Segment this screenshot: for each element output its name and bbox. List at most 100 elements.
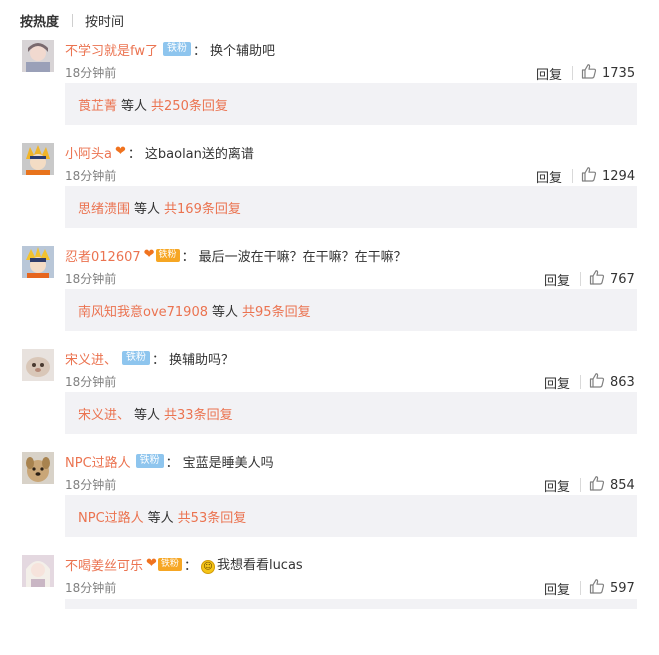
thumbs-up-icon (589, 578, 610, 598)
reply-total-link[interactable]: 共169条回复 (164, 198, 241, 217)
comment-text: 宝蓝是睡美人吗 (182, 455, 274, 471)
sort-by-hot-tab[interactable]: 按热度 (20, 11, 59, 30)
comment-item: 忍者012607 ❤ 铁粉：最后一波在干嘛？在干嘛？在干嘛？ 18分钟前 回复 767 南风… (0, 246, 659, 346)
comment-text-wrap: ☺ 我想看看lucas (200, 554, 303, 574)
comment-username[interactable]: 不喝姜丝可乐 (65, 555, 143, 574)
comment-text: 我想看看lucas (216, 558, 303, 573)
comment-username[interactable]: 小阿头a (65, 143, 112, 162)
reply-username[interactable]: 莨芷菁 (78, 95, 117, 114)
action-divider (580, 272, 582, 286)
heart-icon: ❤ (143, 247, 155, 262)
user-avatar[interactable] (22, 452, 54, 484)
comment-time: 18分钟前 (65, 375, 117, 389)
thumbs-up-icon (581, 63, 602, 83)
thumbs-up-icon (589, 372, 610, 392)
super-fan-badge: ❤ 铁粉 (144, 248, 180, 262)
reply-total-link[interactable]: 共53条回复 (178, 507, 247, 526)
comment-item: 宋义进、 铁粉：换辅助吗？ 18分钟前 回复 863 宋义进、 等人 共33条回复 (0, 349, 659, 449)
comment-time: 18分钟前 (65, 169, 117, 183)
reply-summary[interactable]: NPC过路人 等人 共53条回复 (65, 495, 637, 537)
comment-username[interactable]: NPC过路人 (65, 452, 131, 471)
like-count: 767 (610, 271, 635, 287)
reply-summary[interactable]: 宋义进、 等人 共33条回复 (65, 392, 637, 434)
super-fan-badge: ❤ 铁粉 (146, 557, 182, 571)
comment-header: 不喝姜丝可乐 ❤ 铁粉： ☺ 我想看看lucas (65, 554, 303, 574)
like-button[interactable]: 1735 (581, 63, 635, 83)
username-colon: ： (152, 352, 166, 368)
like-button[interactable]: 863 (589, 372, 635, 392)
super-fan-tag: 铁粉 (155, 248, 180, 262)
comment-text: 换个辅助吧 (210, 43, 276, 59)
like-count: 1294 (602, 168, 636, 184)
user-avatar[interactable] (22, 143, 54, 175)
comment-actions: 回复 854 (544, 475, 635, 495)
comment-text: 最后一波在干嘛？在干嘛？在干嘛？ (198, 249, 407, 265)
reply-others-text: 等人 (212, 304, 239, 320)
fan-badge: 铁粉 (135, 454, 164, 468)
comment-actions: 回复 767 (544, 269, 635, 289)
comment-text-wrap: 换个辅助吧 (210, 40, 275, 59)
grin-emoji-icon: ☺ (200, 560, 215, 574)
comment-actions: 回复 863 (544, 372, 635, 392)
reply-summary[interactable]: 莨芷菁 等人 共250条回复 (65, 83, 637, 125)
comment-item: NPC过路人 铁粉：宝蓝是睡美人吗 18分钟前 回复 854 NPC过路人 等人 共53条回复 (0, 452, 659, 552)
comment-text-wrap: 这baolan送的离谱 (145, 143, 254, 162)
user-avatar[interactable] (22, 40, 54, 72)
reply-others-text: 等人 (134, 407, 161, 423)
like-button[interactable]: 767 (589, 269, 635, 289)
reply-summary[interactable]: 思绪溃围 等人 共169条回复 (65, 186, 637, 228)
comment-time: 18分钟前 (65, 272, 117, 286)
comment-header: 小阿头a ❤：这baolan送的离谱 (65, 143, 254, 162)
like-count: 597 (610, 580, 635, 596)
action-divider (580, 375, 582, 389)
super-fan-tag: 铁粉 (157, 557, 182, 571)
comment-actions: 回复 1735 (536, 63, 635, 83)
action-divider (580, 581, 582, 595)
reply-total-link[interactable]: 共95条回复 (242, 301, 311, 320)
like-count: 863 (610, 374, 635, 390)
action-divider (580, 478, 582, 492)
reply-button[interactable]: 回复 (536, 64, 562, 83)
username-colon: ： (127, 146, 141, 162)
comment-text-wrap: 宝蓝是睡美人吗 (183, 452, 274, 471)
thumbs-up-icon (589, 269, 610, 289)
comment-time: 18分钟前 (65, 66, 117, 80)
user-avatar[interactable] (22, 349, 54, 381)
reply-button[interactable]: 回复 (544, 373, 570, 392)
like-count: 854 (610, 477, 635, 493)
comment-username[interactable]: 忍者012607 (65, 246, 141, 265)
reply-button[interactable]: 回复 (544, 579, 570, 598)
action-divider (572, 66, 574, 80)
reply-others-text: 等人 (134, 201, 161, 217)
comment-header: 忍者012607 ❤ 铁粉：最后一波在干嘛？在干嘛？在干嘛？ (65, 246, 407, 265)
reply-others-text: 等人 (147, 510, 174, 526)
like-count: 1735 (602, 65, 636, 81)
like-button[interactable]: 854 (589, 475, 635, 495)
reply-button[interactable]: 回复 (536, 167, 562, 186)
sort-bar: 按热度 按时间 (20, 10, 124, 30)
reply-button[interactable]: 回复 (544, 270, 570, 289)
comment-time: 18分钟前 (65, 581, 117, 595)
fan-badge: 铁粉 (122, 351, 151, 365)
reply-username[interactable]: 思绪溃围 (78, 198, 130, 217)
comment-item: 小阿头a ❤：这baolan送的离谱 18分钟前 回复 1294 思绪溃围 等人 共169条回… (0, 143, 659, 243)
reply-summary (65, 599, 637, 609)
reply-button[interactable]: 回复 (544, 476, 570, 495)
username-colon: ： (192, 43, 206, 59)
reply-username[interactable]: NPC过路人 (78, 507, 144, 526)
action-divider (572, 169, 574, 183)
heart-icon: ❤ (146, 556, 157, 571)
comment-username[interactable]: 宋义进、 (65, 349, 117, 368)
like-button[interactable]: 597 (589, 578, 635, 598)
reply-summary[interactable]: 南风知我意ove71908 等人 共95条回复 (65, 289, 637, 331)
comment-username[interactable]: 不学习就是fw了 (65, 40, 158, 59)
reply-total-link[interactable]: 共250条回复 (151, 95, 228, 114)
reply-username[interactable]: 宋义进、 (78, 404, 130, 423)
user-avatar[interactable] (22, 555, 54, 587)
sort-by-time-tab[interactable]: 按时间 (85, 11, 124, 30)
reply-username[interactable]: 南风知我意ove71908 (78, 301, 208, 320)
reply-total-link[interactable]: 共33条回复 (164, 404, 233, 423)
like-button[interactable]: 1294 (581, 166, 635, 186)
user-avatar[interactable] (22, 246, 54, 278)
heart-icon: ❤ (114, 144, 126, 159)
